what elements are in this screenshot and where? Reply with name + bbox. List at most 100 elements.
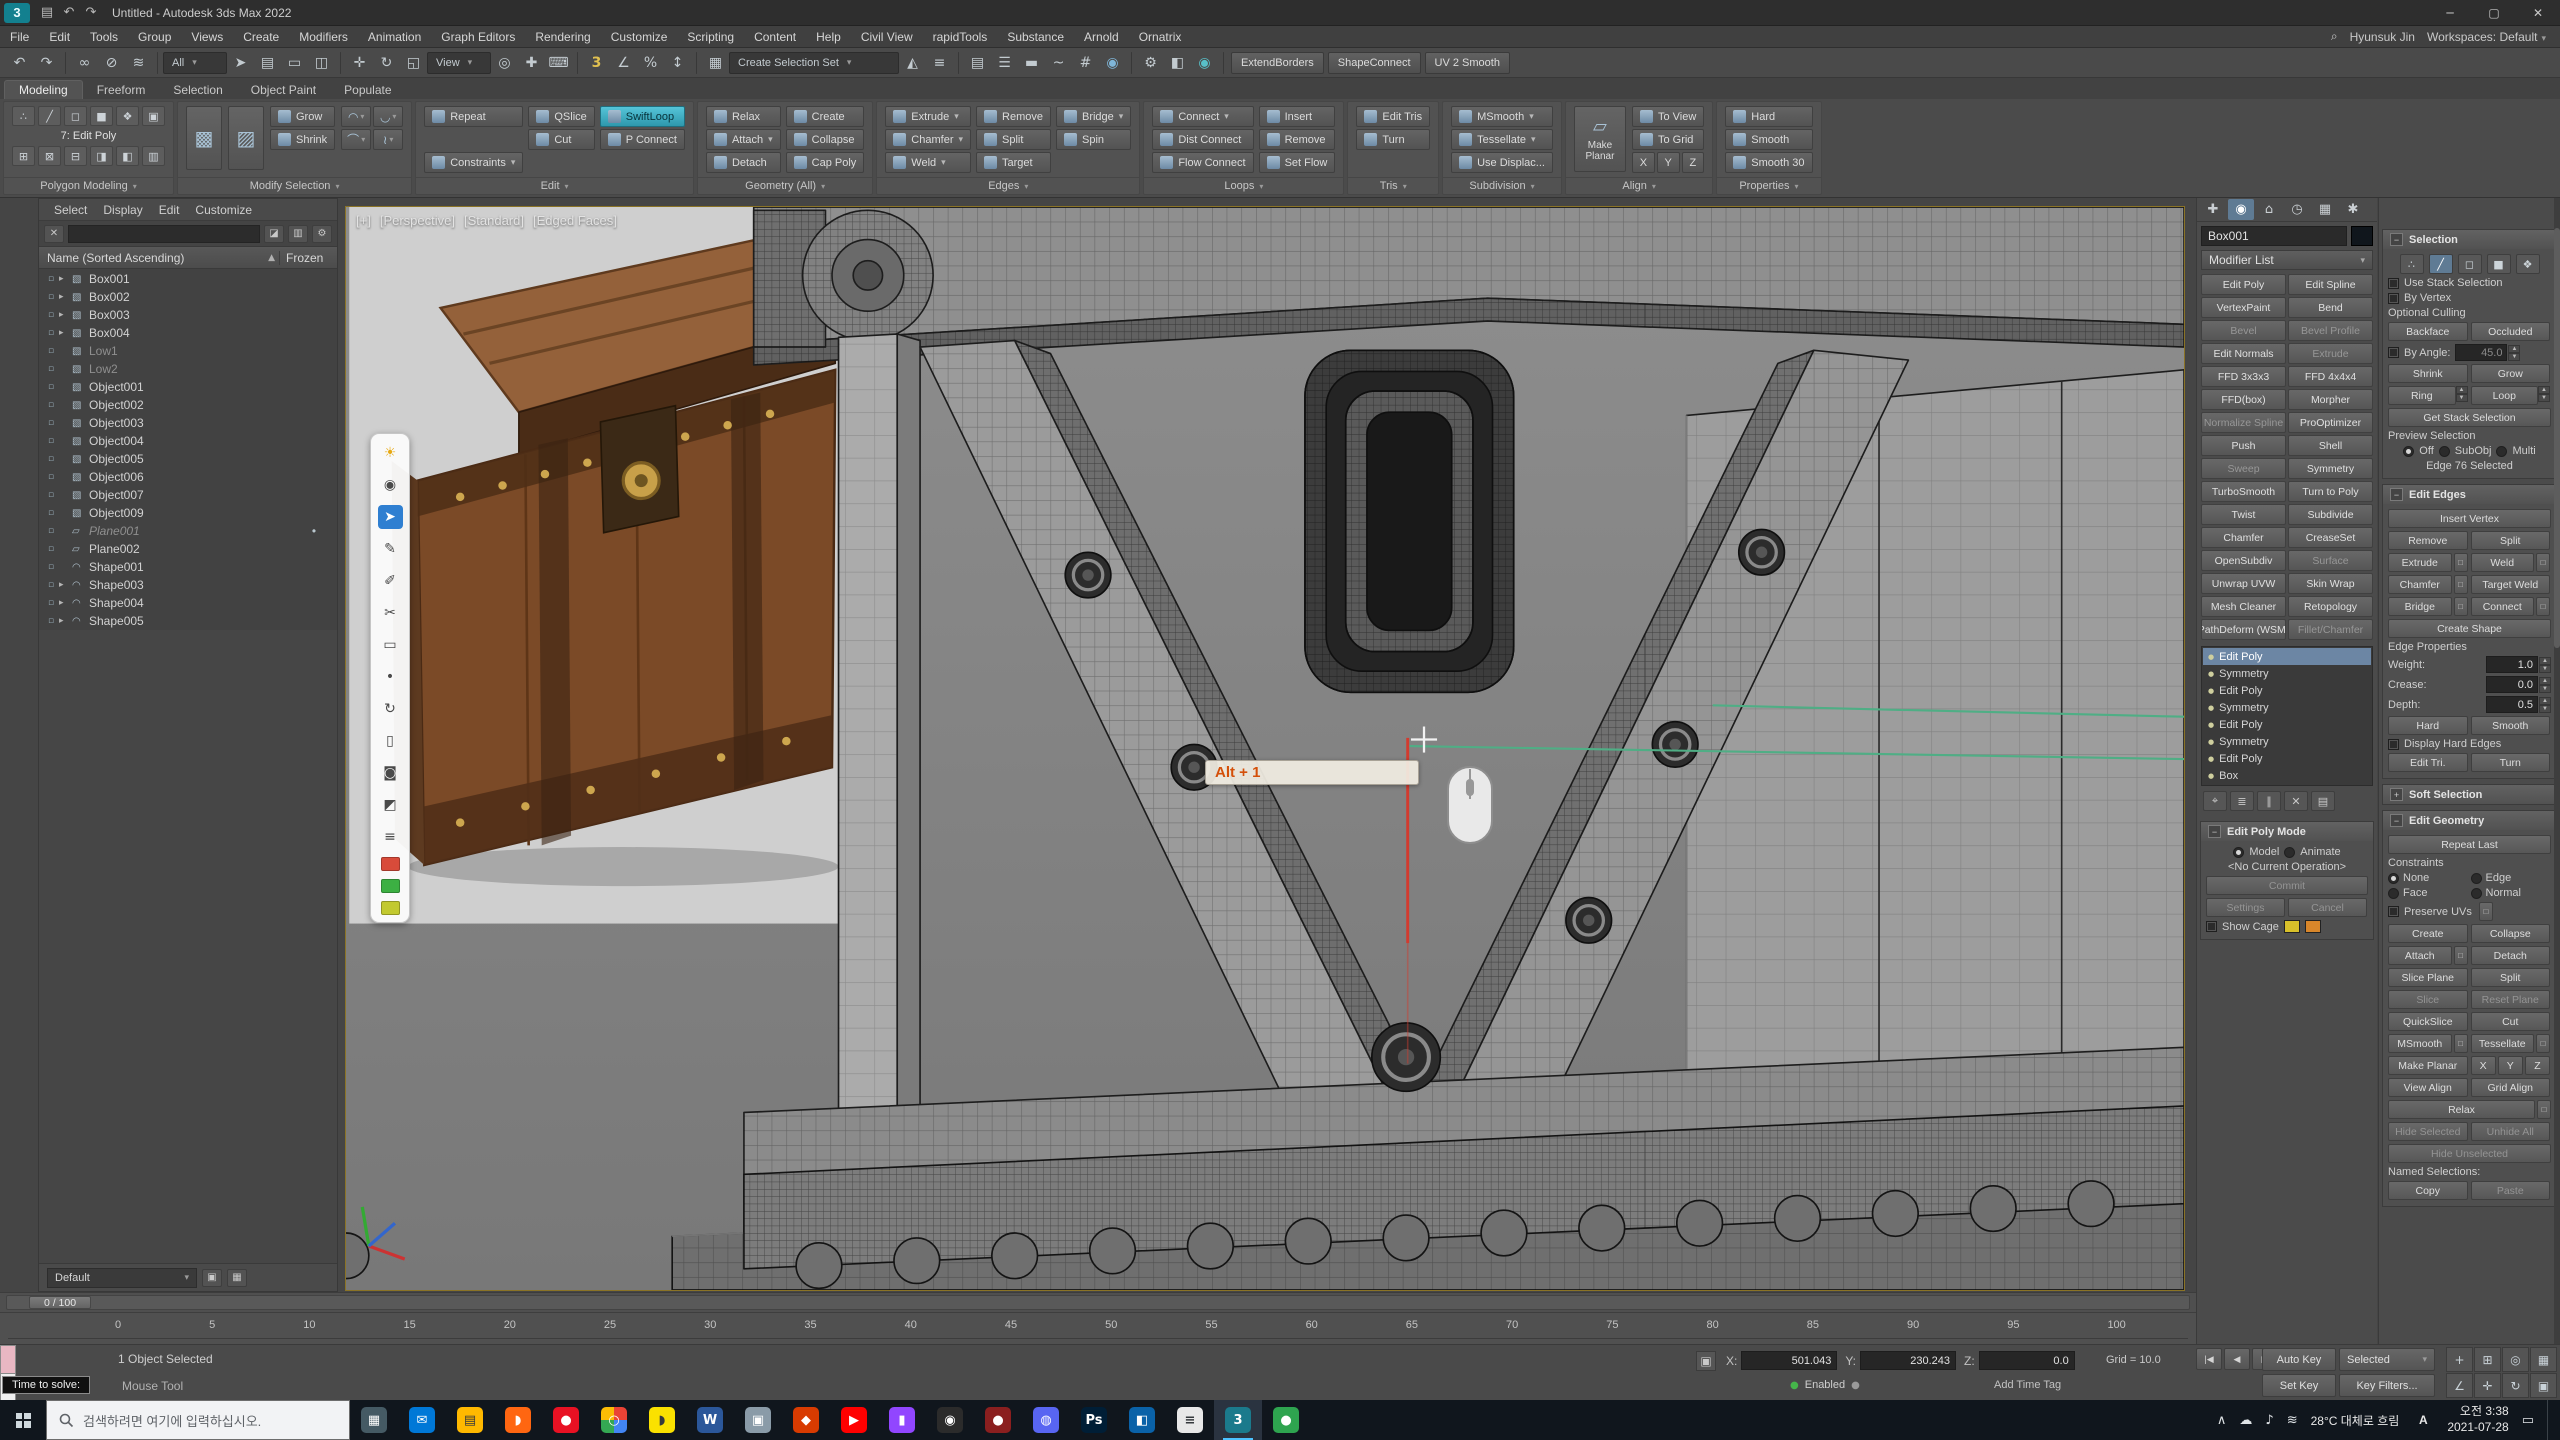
modifier-stack-item[interactable]: Symmetry: [2203, 699, 2371, 716]
row-display-icon[interactable]: ▫: [43, 508, 59, 518]
quick-access-icon[interactable]: ↷: [80, 3, 102, 23]
spinner-value[interactable]: 1.0: [2486, 656, 2538, 673]
subobject-level-icon[interactable]: ■: [90, 106, 113, 126]
toolbar-icon[interactable]: ✚: [518, 51, 545, 75]
row-display-icon[interactable]: ▫: [43, 544, 59, 554]
ribbon-button[interactable]: Shrink: [270, 129, 335, 150]
palette-tool-icon[interactable]: ▭: [378, 633, 403, 657]
list-item[interactable]: ▫ ▸ ▧ Box001: [39, 270, 337, 288]
toolbar-icon[interactable]: ≋: [125, 51, 152, 75]
modifier-stack-item[interactable]: Symmetry: [2203, 733, 2371, 750]
row-display-icon[interactable]: ▫: [43, 292, 59, 302]
toolbar-icon[interactable]: ↻: [373, 51, 400, 75]
start-button[interactable]: [0, 1400, 46, 1440]
stack-tool-icon[interactable]: ▤: [2311, 791, 2335, 811]
spinner-value[interactable]: 0.5: [2486, 696, 2538, 713]
modifier-button[interactable]: Retopology: [2288, 596, 2373, 617]
viewport-nav-button[interactable]: ▦: [2530, 1347, 2557, 1372]
palette-tool-icon[interactable]: ➤: [378, 505, 403, 529]
edge-hardness-button[interactable]: Smooth: [2471, 716, 2551, 735]
toolbar-icon[interactable]: ≡: [926, 51, 953, 75]
taskbar-app[interactable]: ◗: [494, 1400, 542, 1440]
ribbon-button[interactable]: Set Flow: [1259, 152, 1336, 173]
toolbar-icon[interactable]: ▦: [702, 51, 729, 75]
tray-icon[interactable]: ∧: [2217, 1413, 2227, 1428]
commit-button[interactable]: Commit: [2206, 876, 2368, 895]
ribbon-button[interactable]: P Connect: [600, 129, 685, 150]
modifier-stack-item[interactable]: Box: [2203, 767, 2371, 784]
modifier-button[interactable]: ProOptimizer: [2288, 412, 2373, 433]
list-item[interactable]: ▫ ▧ Object001: [39, 378, 337, 396]
rollout-header[interactable]: Edit Poly Mode: [2201, 822, 2373, 841]
toolbar-icon[interactable]: #: [1072, 51, 1099, 75]
playback-button[interactable]: |◀: [2196, 1348, 2222, 1370]
cancel-button[interactable]: Cancel: [2288, 898, 2367, 917]
ribbon-button[interactable]: Repeat: [424, 106, 523, 127]
modifier-button[interactable]: Chamfer: [2201, 527, 2286, 548]
modifier-stack-item[interactable]: Symmetry: [2203, 665, 2371, 682]
settings-box-icon[interactable]: □: [2454, 946, 2468, 965]
list-item[interactable]: ▫ ▧ Object007: [39, 486, 337, 504]
window-control-button[interactable]: ▢: [2472, 0, 2516, 25]
modifier-button[interactable]: Unwrap UVW: [2201, 573, 2286, 594]
subobject-mode-icon[interactable]: ■: [2487, 254, 2511, 274]
get-stack-selection-button[interactable]: Get Stack Selection: [2388, 408, 2551, 427]
z-coordinate-field[interactable]: 0.0: [1979, 1351, 2075, 1370]
toolbar-icon[interactable]: [157, 52, 158, 74]
toolbar-icon[interactable]: ◉: [1191, 51, 1218, 75]
edit-edges-button[interactable]: Remove: [2388, 531, 2468, 550]
modifier-button[interactable]: Turn to Poly: [2288, 481, 2373, 502]
selection-set-dropdown[interactable]: Default: [47, 1268, 197, 1288]
edit-edges-button[interactable]: Bridge: [2388, 597, 2452, 616]
viewport-nav-button[interactable]: ∠: [2446, 1373, 2473, 1398]
toolbar-icon[interactable]: ⌨: [545, 51, 572, 75]
action-center-icon[interactable]: ▭: [2522, 1413, 2534, 1428]
command-panel-tab[interactable]: ✚: [2200, 199, 2226, 220]
edge-tri-button[interactable]: Edit Tri.: [2388, 753, 2468, 772]
edit-geometry-button[interactable]: MSmooth: [2388, 1034, 2452, 1053]
command-panel-tab[interactable]: ⌂: [2256, 199, 2282, 220]
planar-axis-button[interactable]: X: [2471, 1056, 2496, 1075]
taskbar-app[interactable]: ●: [1262, 1400, 1310, 1440]
ribbon-button[interactable]: Cut: [528, 129, 594, 150]
quick-access-icon[interactable]: ↶: [58, 3, 80, 23]
modifier-button[interactable]: Edit Spline: [2288, 274, 2373, 295]
modifier-button[interactable]: Surface: [2288, 550, 2373, 571]
toolbar-icon[interactable]: ~: [1045, 51, 1072, 75]
subobject-level-icon[interactable]: ∴: [12, 106, 35, 126]
taskbar-app[interactable]: ◍: [1022, 1400, 1070, 1440]
subobject-mode-icon[interactable]: ❖: [2516, 254, 2540, 274]
modify-selection-big-icon[interactable]: ▨: [228, 106, 264, 170]
constraint-radio[interactable]: [2471, 888, 2482, 899]
custom-script-button[interactable]: ExtendBorders: [1231, 52, 1324, 74]
polygon-modeling-icon[interactable]: ▥: [142, 146, 165, 166]
modifier-button[interactable]: Normalize Spline: [2201, 412, 2286, 433]
preview-selection-radio[interactable]: [2496, 446, 2507, 457]
explorer-toolbar-icon[interactable]: ▥: [288, 225, 308, 243]
ribbon-group-label[interactable]: Align: [1566, 177, 1712, 194]
ribbon-button[interactable]: Cap Poly: [786, 152, 865, 173]
list-item[interactable]: ▫ ▱ Plane001 •: [39, 522, 337, 540]
signed-in-user[interactable]: Hyunsuk Jin: [2350, 30, 2415, 44]
viewport-menu-view[interactable]: [Perspective]: [380, 213, 455, 228]
menu-item[interactable]: Modifiers: [289, 26, 358, 47]
toolbar-icon[interactable]: ⊘: [98, 51, 125, 75]
taskbar-app[interactable]: ●: [974, 1400, 1022, 1440]
list-item[interactable]: ▫ ▸ ◠ Shape003: [39, 576, 337, 594]
row-display-icon[interactable]: ▫: [43, 472, 59, 482]
toolbar-icon[interactable]: ◉: [1099, 51, 1126, 75]
expand-arrow-icon[interactable]: ▸: [59, 598, 72, 608]
stack-tool-icon[interactable]: ⌖: [2203, 791, 2227, 811]
viewport-menu-shading[interactable]: [Edged Faces]: [533, 213, 617, 228]
window-control-button[interactable]: ─: [2428, 0, 2472, 25]
key-filters-button[interactable]: Key Filters...: [2339, 1374, 2435, 1397]
search-icon[interactable]: ⌕: [2331, 29, 2338, 44]
row-display-icon[interactable]: ▫: [43, 454, 59, 464]
ribbon-button[interactable]: Smooth 30: [1725, 152, 1812, 173]
modifier-button[interactable]: FFD 3x3x3: [2201, 366, 2286, 387]
ribbon-group-label[interactable]: Loops: [1144, 177, 1343, 194]
show-cage-checkbox[interactable]: [2206, 921, 2217, 932]
palette-tool-icon[interactable]: ◙: [378, 761, 403, 785]
toolbar-icon[interactable]: ◧: [1164, 51, 1191, 75]
modifier-stack-item[interactable]: Edit Poly: [2203, 716, 2371, 733]
